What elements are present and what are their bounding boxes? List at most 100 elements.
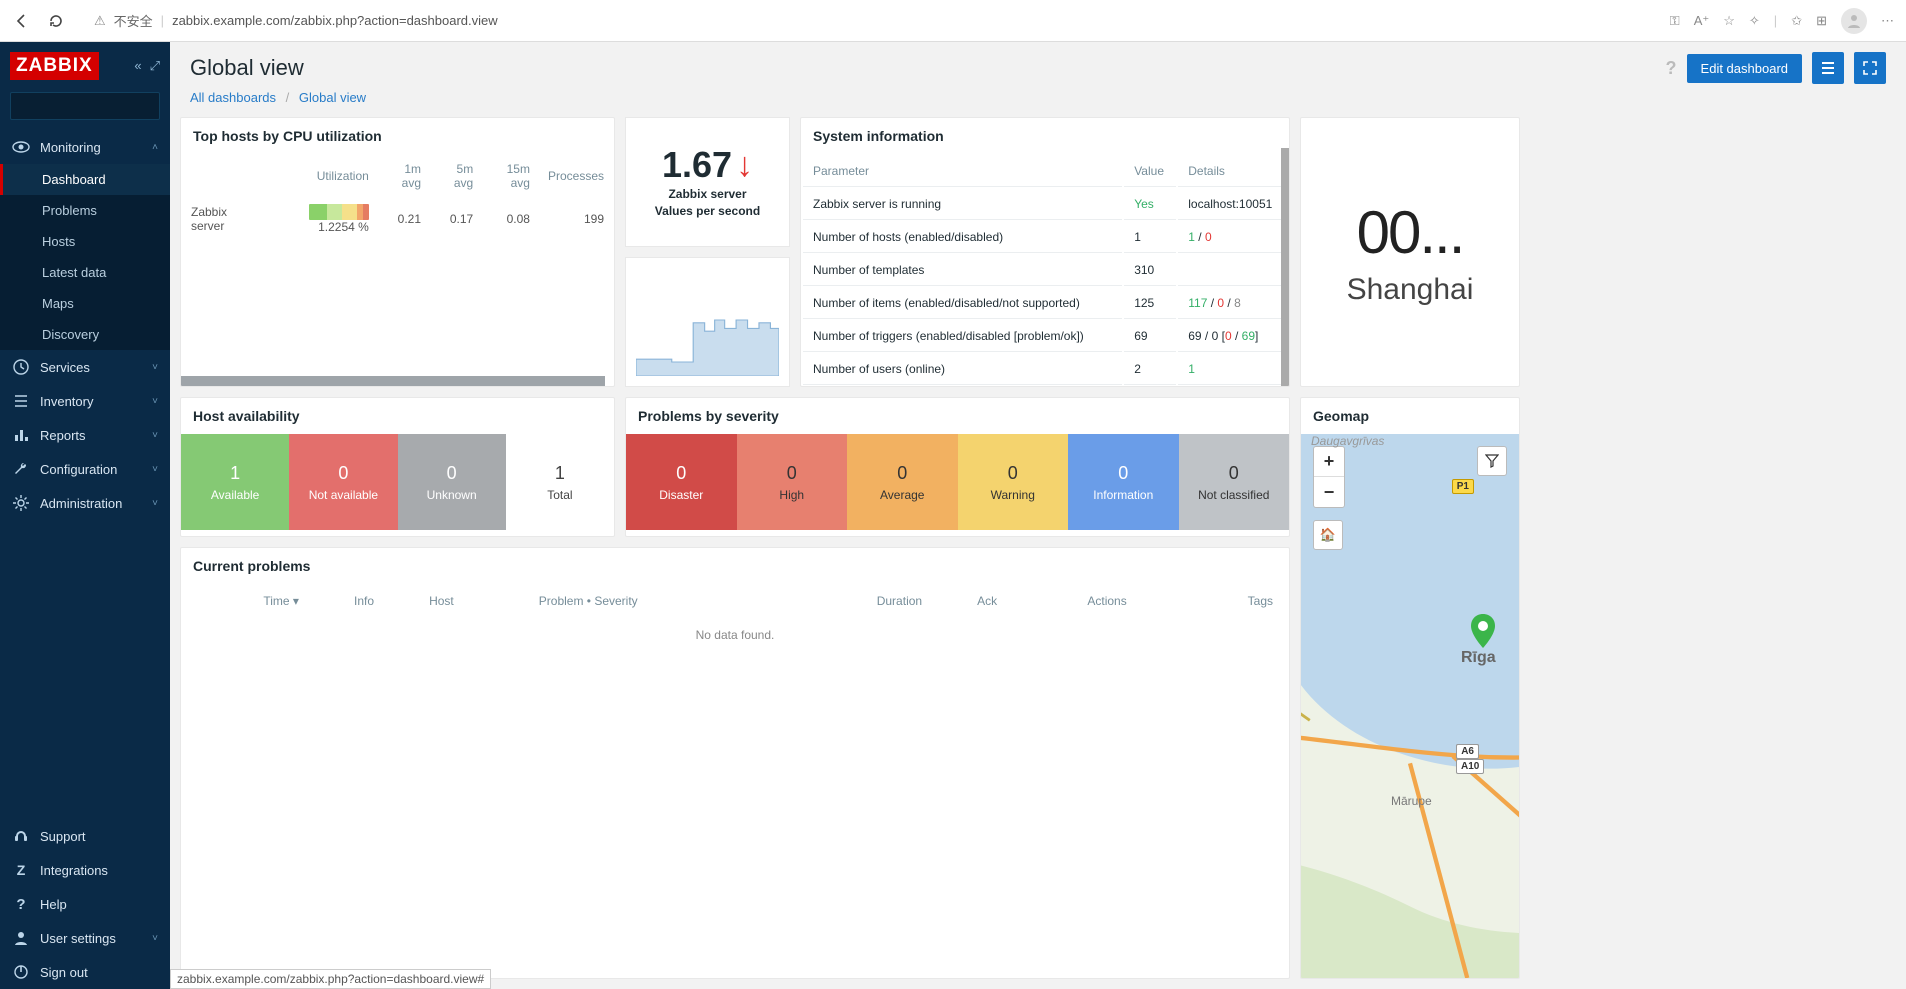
breadcrumb-current[interactable]: Global view bbox=[299, 90, 366, 105]
cp-col[interactable]: Info bbox=[315, 586, 413, 616]
ps-cell-not-classified[interactable]: 0Not classified bbox=[1179, 434, 1290, 530]
th-col: Processes bbox=[540, 156, 612, 196]
back-button[interactable] bbox=[12, 11, 32, 31]
nav-footer-label: Help bbox=[40, 897, 67, 912]
ha-cell-not-available[interactable]: 0Not available bbox=[289, 434, 397, 530]
nav-item-discovery[interactable]: Discovery bbox=[0, 319, 170, 350]
user-icon bbox=[12, 929, 30, 947]
collections-icon[interactable]: ⊞ bbox=[1816, 13, 1827, 29]
breadcrumb-all[interactable]: All dashboards bbox=[190, 90, 276, 105]
nav-footer-label: Sign out bbox=[40, 965, 88, 980]
nav-item-problems[interactable]: Problems bbox=[0, 195, 170, 226]
cp-col[interactable]: Tags bbox=[1178, 586, 1287, 616]
nav-group-label: Inventory bbox=[40, 394, 93, 409]
nav-footer-label: User settings bbox=[40, 931, 116, 946]
star-icon[interactable]: ☆ bbox=[1723, 13, 1735, 29]
nav-group-label: Reports bbox=[40, 428, 86, 443]
nav-group-reports[interactable]: Reports ˅ bbox=[0, 418, 170, 452]
table-row[interactable]: Zabbix server 1.2254 %0.210.170.08199 bbox=[183, 198, 612, 240]
table-row: Number of templates310 bbox=[803, 255, 1287, 286]
nav-group-label: Administration bbox=[40, 496, 122, 511]
chevron-down-icon: ˅ bbox=[152, 464, 158, 475]
table-row: Number of hosts (enabled/disabled)11 / 0 bbox=[803, 222, 1287, 253]
nav-item-hosts[interactable]: Hosts bbox=[0, 226, 170, 257]
dashboard-menu-button[interactable] bbox=[1812, 52, 1844, 84]
ps-cell-information[interactable]: 0Information bbox=[1068, 434, 1179, 530]
gear-icon bbox=[12, 494, 30, 512]
collapse-icon[interactable]: « bbox=[134, 58, 141, 74]
nav-group-administration[interactable]: Administration˅ bbox=[0, 486, 170, 520]
edit-dashboard-button[interactable]: Edit dashboard bbox=[1687, 54, 1802, 83]
cp-col[interactable]: Host bbox=[415, 586, 523, 616]
th-col bbox=[183, 156, 260, 196]
horizontal-scrollbar[interactable] bbox=[181, 376, 605, 386]
address-bar[interactable]: ⚠ 不安全 | zabbix.example.com/zabbix.php?ac… bbox=[80, 5, 1656, 37]
read-aloud-icon[interactable]: A⁺ bbox=[1694, 13, 1710, 29]
fullscreen-button[interactable] bbox=[1854, 52, 1886, 84]
support-icon bbox=[12, 827, 30, 845]
cp-col[interactable]: Actions bbox=[1038, 586, 1176, 616]
ps-cell-high[interactable]: 0High bbox=[737, 434, 848, 530]
extensions-icon[interactable]: ✧ bbox=[1749, 13, 1760, 29]
chevron-down-icon: ˅ bbox=[152, 362, 158, 373]
ps-cell-average[interactable]: 0Average bbox=[847, 434, 958, 530]
help-icon[interactable]: ? bbox=[1666, 58, 1677, 79]
panel-host-availability: Host availability 1Available0Not availab… bbox=[180, 397, 615, 537]
reload-button[interactable] bbox=[46, 11, 66, 31]
nav-group-configuration[interactable]: Configuration ˅ bbox=[0, 452, 170, 486]
panel-title: Geomap bbox=[1301, 398, 1519, 434]
cp-col[interactable]: Time ▾ bbox=[183, 586, 313, 616]
panel-title: Problems by severity bbox=[626, 398, 1289, 434]
map-label-marupe: Mārupe bbox=[1391, 794, 1432, 808]
nav-footer-user-settings[interactable]: User settings ˅ bbox=[0, 921, 170, 955]
clock-tz: Shanghai bbox=[1347, 273, 1474, 307]
nav-footer-label: Integrations bbox=[40, 863, 108, 878]
panel-title: Top hosts by CPU utilization bbox=[181, 118, 614, 154]
cp-col[interactable]: Ack bbox=[938, 586, 1036, 616]
favorites-icon[interactable]: ✩ bbox=[1791, 13, 1802, 29]
nav-footer-support[interactable]: Support bbox=[0, 819, 170, 853]
logo[interactable]: ZABBIX bbox=[10, 52, 99, 80]
sys-col: Parameter bbox=[803, 156, 1122, 187]
vertical-scrollbar[interactable] bbox=[1281, 148, 1289, 386]
nav-footer-help[interactable]: ?Help bbox=[0, 887, 170, 921]
key-icon[interactable]: ⚿ bbox=[1670, 13, 1680, 29]
cp-col[interactable]: Duration bbox=[786, 586, 936, 616]
map-label-daug: Daugavgrīvas bbox=[1311, 434, 1384, 448]
browser-status-bar: zabbix.example.com/zabbix.php?action=das… bbox=[170, 969, 491, 989]
table-row: Number of users (online)21 bbox=[803, 354, 1287, 385]
utilization-bar bbox=[309, 204, 369, 220]
profile-avatar[interactable] bbox=[1841, 8, 1867, 34]
panel-system-info: System information ParameterValueDetails… bbox=[800, 117, 1290, 387]
chevron-down-icon: ˅ bbox=[152, 430, 158, 441]
ps-cell-disaster[interactable]: 0Disaster bbox=[626, 434, 737, 530]
geomap-canvas[interactable]: + − 🏠 Rīga Mārupe Daugavgrīvas P1 A8 A10… bbox=[1301, 434, 1519, 978]
ha-cell-total[interactable]: 1Total bbox=[506, 434, 614, 530]
nav-item-latest-data[interactable]: Latest data bbox=[0, 257, 170, 288]
map-pin-icon[interactable] bbox=[1471, 614, 1495, 648]
cp-col[interactable]: Problem • Severity bbox=[525, 586, 784, 616]
nav-group-label: Configuration bbox=[40, 462, 117, 477]
road-badge-a6: A6 bbox=[1456, 744, 1479, 759]
trend-down-icon: ↓ bbox=[736, 146, 753, 185]
ps-cell-warning[interactable]: 0Warning bbox=[958, 434, 1069, 530]
table-row: Zabbix server is runningYeslocalhost:100… bbox=[803, 189, 1287, 220]
nav-item-dashboard[interactable]: Dashboard bbox=[0, 164, 170, 195]
browser-actions: ⚿ A⁺ ☆ ✧ | ✩ ⊞ ⋯ bbox=[1670, 8, 1894, 34]
wrench-icon bbox=[12, 460, 30, 478]
ha-cell-unknown[interactable]: 0Unknown bbox=[398, 434, 506, 530]
nav-footer-sign-out[interactable]: Sign out bbox=[0, 955, 170, 989]
sidebar-search[interactable]: 🔍 bbox=[10, 92, 160, 120]
ha-cell-available[interactable]: 1Available bbox=[181, 434, 289, 530]
popout-icon[interactable]: ⤢ bbox=[150, 58, 160, 74]
nav-group-inventory[interactable]: Inventory˅ bbox=[0, 384, 170, 418]
no-data-label: No data found. bbox=[181, 618, 1289, 652]
sys-col: Value bbox=[1124, 156, 1176, 187]
nav-item-maps[interactable]: Maps bbox=[0, 288, 170, 319]
chevron-down-icon: ˅ bbox=[152, 933, 158, 944]
sparkline-icon bbox=[636, 306, 779, 376]
more-icon[interactable]: ⋯ bbox=[1881, 13, 1894, 29]
nav-group-monitoring[interactable]: Monitoring˄ bbox=[0, 130, 170, 164]
nav-footer-integrations[interactable]: ZIntegrations bbox=[0, 853, 170, 887]
nav-group-services[interactable]: Services˅ bbox=[0, 350, 170, 384]
